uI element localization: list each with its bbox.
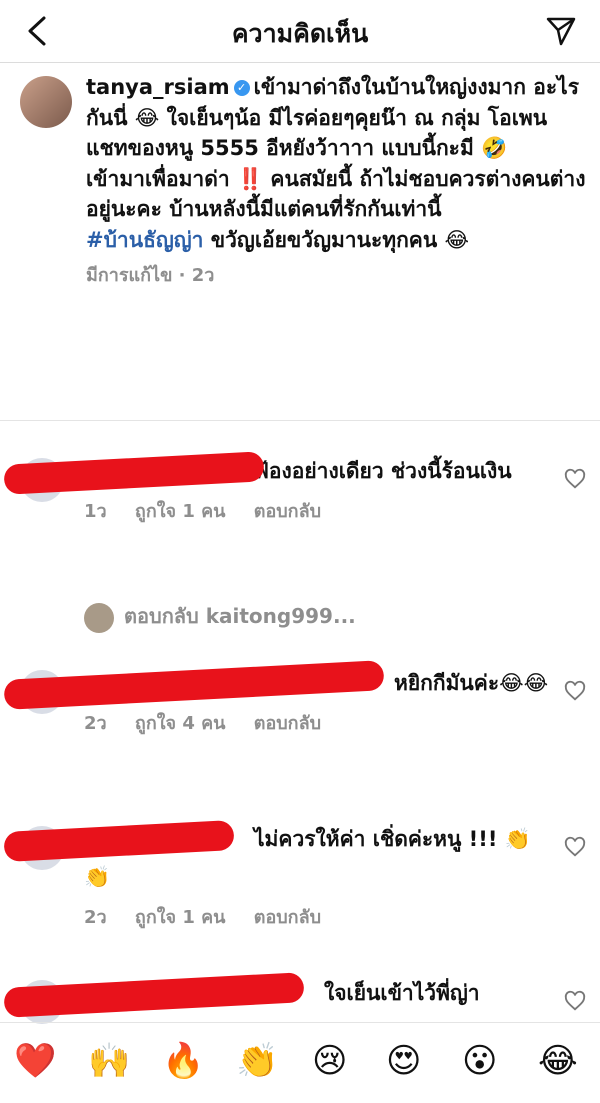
- caption-text-3: ขวัญเอ้ยขวัญมานะทุกคน 😂: [203, 227, 470, 252]
- app-header: ความคิดเห็น: [0, 0, 600, 63]
- fire-emoji-button[interactable]: 🔥: [162, 1041, 204, 1081]
- comment-item: ไม่ควรให้ค่า เชิ่ดค่ะหนู !!! 👏👏 2ว ถูกใจ…: [3, 820, 586, 931]
- caption-meta: มีการแก้ไข · 2ว: [86, 265, 215, 286]
- comment-item: หยิกกีมันค่ะ😂😂 2ว ถูกใจ 4 คน ตอบกลับ: [3, 660, 586, 737]
- raised-hands-emoji-button[interactable]: 🙌: [88, 1041, 130, 1081]
- emoji-quick-bar: ❤️ 🙌 🔥 👏 😢 😍 😮 😂: [0, 1022, 600, 1103]
- page-title: ความคิดเห็น: [231, 19, 369, 48]
- clapping-emoji-button[interactable]: 👏: [236, 1041, 278, 1081]
- avatar[interactable]: [20, 76, 72, 128]
- comment-time: 2ว: [84, 907, 107, 928]
- like-heart-icon[interactable]: [564, 836, 586, 858]
- heart-eyes-emoji-button[interactable]: 😍: [386, 1041, 421, 1081]
- reply-button[interactable]: ตอบกลับ: [254, 907, 321, 928]
- comment-likes[interactable]: ถูกใจ 4 คน: [135, 713, 226, 734]
- surprised-emoji-button[interactable]: 😮: [462, 1041, 497, 1081]
- caption-username[interactable]: tanya_rsiam: [86, 75, 230, 99]
- comment-item: ฟ้องอย่างเดียว ช่วงนี้ร้อนเงิน 1ว ถูกใจ …: [3, 451, 586, 525]
- avatar: [84, 602, 114, 633]
- like-heart-icon[interactable]: [564, 990, 586, 1012]
- comment-item: ใจเย็นเข้าไว้พี่ญ่า: [3, 972, 586, 1024]
- comment-likes[interactable]: ถูกใจ 1 คน: [135, 501, 226, 522]
- comment-time: 2ว: [84, 713, 107, 734]
- reply-button[interactable]: ตอบกลับ: [254, 713, 321, 734]
- reply-to-label: ตอบกลับ kaitong999...: [124, 604, 356, 628]
- like-heart-icon[interactable]: [564, 468, 586, 490]
- caption-hashtag[interactable]: #บ้านธัญญ่า: [86, 228, 203, 252]
- laughing-emoji-button[interactable]: 😂: [538, 1041, 578, 1081]
- divider: [0, 420, 600, 421]
- crying-emoji-button[interactable]: 😢: [312, 1041, 347, 1081]
- share-icon[interactable]: [544, 14, 578, 48]
- heart-emoji-button[interactable]: ❤️: [14, 1041, 56, 1081]
- comment-likes[interactable]: ถูกใจ 1 คน: [135, 907, 226, 928]
- caption-text-2: เข้ามาเพื่อมาด่า ‼️ คนสมัยนี้ ถ้าไม่ชอบค…: [86, 166, 586, 222]
- verified-badge-icon: ✓: [233, 80, 250, 96]
- post-caption: tanya_rsiam ✓ เข้ามาด่าถึงในบ้านใหญ่งงมาก …: [14, 72, 586, 292]
- reply-button[interactable]: ตอบกลับ: [254, 501, 321, 522]
- view-replies[interactable]: ตอบกลับ kaitong999...: [84, 600, 356, 633]
- like-heart-icon[interactable]: [564, 680, 586, 702]
- comment-time: 1ว: [84, 501, 107, 522]
